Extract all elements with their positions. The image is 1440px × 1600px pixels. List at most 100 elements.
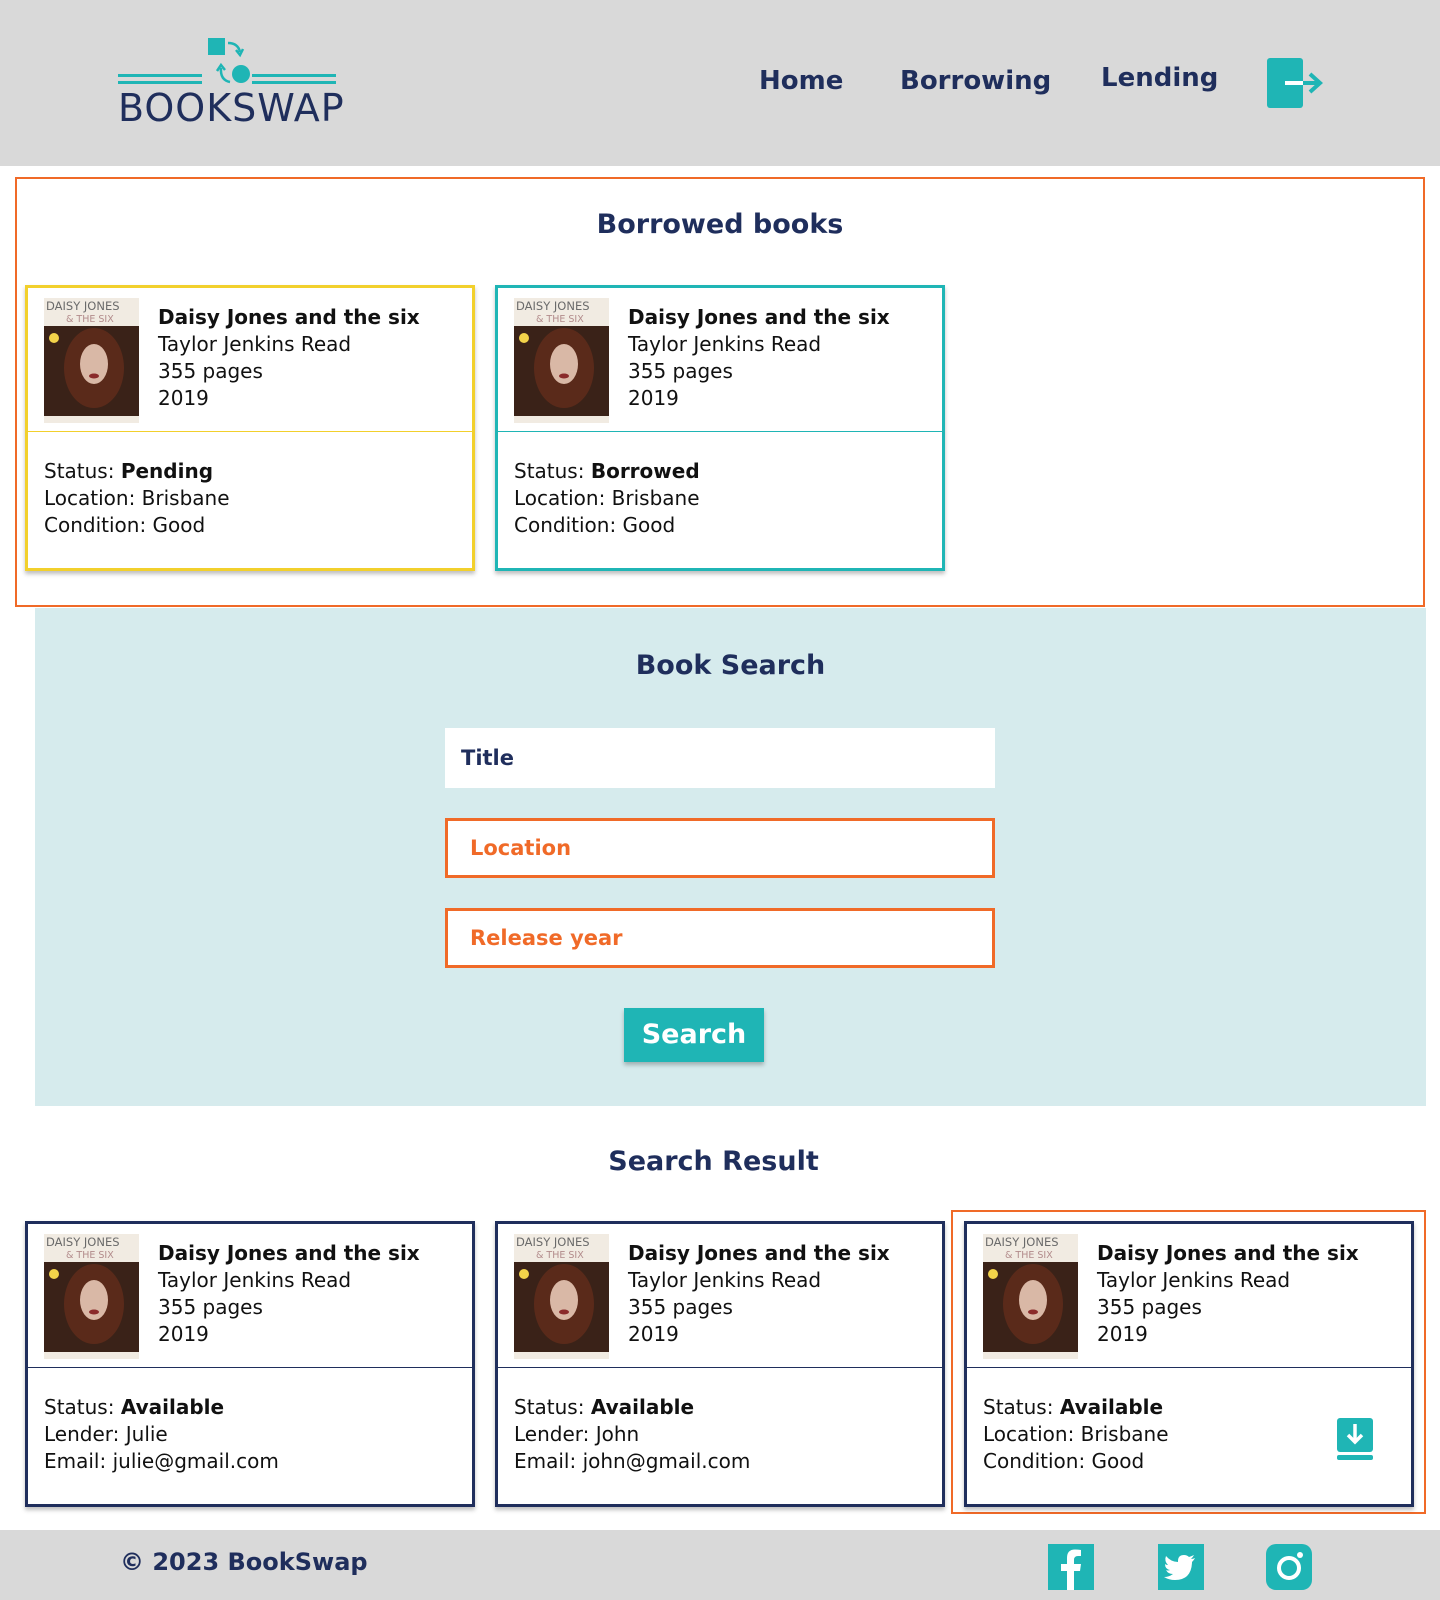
cover-author: TAYLOR JENKINS REID [46, 1352, 117, 1359]
cover-author: TAYLOR JENKINS REID [985, 1352, 1056, 1359]
cover-title: DAISY JONES [985, 1235, 1059, 1249]
status-value: Borrowed [590, 459, 700, 483]
book-author: Taylor Jenkins Read [628, 332, 822, 356]
bookswap-logo[interactable]: BOOKSWAP [118, 38, 345, 130]
logout-icon[interactable] [1267, 58, 1323, 108]
card-book-details: DAISY JONES & THE SIX TAYLOR JENKINS REID D… [28, 288, 472, 431]
book-pages: 355 pages [628, 1295, 733, 1319]
result-card-brisbane[interactable]: DAISY JONES & THE SIX TAYLOR JENKINS REID D… [964, 1221, 1414, 1507]
detail-line-2: Location: Brisbane [44, 486, 230, 510]
card-book-details: DAISY JONES & THE SIX TAYLOR JENKINS REID D… [498, 288, 942, 431]
logo-wordmark: BOOKSWAP [118, 86, 345, 130]
cover-title: DAISY JONES [46, 299, 120, 313]
book-title: Daisy Jones and the six [1097, 1241, 1359, 1265]
book-author: Taylor Jenkins Read [628, 1268, 822, 1292]
book-author: Taylor Jenkins Read [1097, 1268, 1291, 1292]
borrowed-card-borrowed[interactable]: DAISY JONES & THE SIX TAYLOR JENKINS REID D… [495, 285, 945, 571]
book-year: 2019 [628, 1322, 679, 1346]
swap-logo-icon [208, 38, 250, 84]
result-card-julie[interactable]: DAISY JONES & THE SIX TAYLOR JENKINS REID D… [25, 1221, 475, 1507]
search-result-title: Search Result [608, 1146, 819, 1177]
cover-subtitle: & THE SIX [66, 314, 114, 325]
status-value: Available [590, 1395, 695, 1419]
detail-line-2: Lender: John [514, 1422, 640, 1446]
header: BOOKSWAP Home Borrowing Lending [0, 0, 1440, 166]
status-line: Status: Available [514, 1394, 750, 1421]
book-pages: 355 pages [628, 359, 733, 383]
detail-line-3: Condition: Good [983, 1449, 1145, 1473]
status-label: Status: [983, 1395, 1060, 1419]
facebook-icon[interactable] [1048, 1544, 1094, 1590]
book-author: Taylor Jenkins Read [158, 1268, 352, 1292]
nav-borrowing[interactable]: Borrowing [900, 66, 1051, 96]
status-value: Available [120, 1395, 225, 1419]
search-button[interactable]: Search [624, 1008, 764, 1062]
cover-subtitle: & THE SIX [66, 1250, 114, 1261]
card-status-details: Status: Pending Location: Brisbane Conditi… [28, 431, 472, 574]
detail-line-3: Email: john@gmail.com [514, 1449, 751, 1473]
book-cover-image: DAISY JONES& THE SIX TAYLOR JENKINS REID [514, 1234, 609, 1359]
book-year: 2019 [628, 386, 679, 410]
card-book-details: DAISY JONES & THE SIX TAYLOR JENKINS REID D… [498, 1224, 942, 1367]
book-pages: 355 pages [158, 1295, 263, 1319]
book-cover-image: DAISY JONES& THE SIX TAYLOR JENKINS REID [983, 1234, 1078, 1359]
cover-author: TAYLOR JENKINS REID [516, 1352, 587, 1359]
copyright-text: © 2023 BookSwap [120, 1548, 368, 1576]
card-status-details: Status: Available Lender: John Email: john… [498, 1367, 942, 1510]
nav-home[interactable]: Home [759, 66, 843, 96]
download-icon[interactable] [1337, 1418, 1373, 1460]
book-year: 2019 [158, 386, 209, 410]
detail-line-2: Lender: Julie [44, 1422, 168, 1446]
book-title: Daisy Jones and the six [628, 305, 890, 329]
cover-title: DAISY JONES [516, 1235, 590, 1249]
borrowed-card-pending[interactable]: DAISY JONES & THE SIX TAYLOR JENKINS REID D… [25, 285, 475, 571]
book-year: 2019 [1097, 1322, 1148, 1346]
title-input[interactable]: Title [445, 728, 995, 788]
status-value: Pending [120, 459, 214, 483]
book-pages: 355 pages [158, 359, 263, 383]
detail-line-3: Email: julie@gmail.com [44, 1449, 279, 1473]
instagram-icon[interactable] [1266, 1544, 1312, 1590]
status-label: Status: [514, 1395, 591, 1419]
cover-title: DAISY JONES [516, 299, 590, 313]
status-line: Status: Available [983, 1394, 1169, 1421]
book-cover: DAISY JONES & THE SIX TAYLOR JENKINS REID [514, 1234, 609, 1359]
book-cover: DAISY JONES & THE SIX TAYLOR JENKINS REID [514, 298, 609, 423]
status-label: Status: [44, 459, 121, 483]
book-cover: DAISY JONES & THE SIX TAYLOR JENKINS REID [44, 298, 139, 423]
card-book-details: DAISY JONES & THE SIX TAYLOR JENKINS REID D… [967, 1224, 1411, 1367]
book-pages: 355 pages [1097, 1295, 1202, 1319]
footer: © 2023 BookSwap [0, 1530, 1440, 1600]
status-line: Status: Available [44, 1394, 279, 1421]
result-card-john[interactable]: DAISY JONES & THE SIX TAYLOR JENKINS REID D… [495, 1221, 945, 1507]
detail-line-3: Condition: Good [44, 513, 206, 537]
detail-line-3: Condition: Good [514, 513, 676, 537]
location-input[interactable]: Location [445, 818, 995, 878]
cover-author: TAYLOR JENKINS REID [46, 416, 117, 423]
cover-title: DAISY JONES [46, 1235, 120, 1249]
book-author: Taylor Jenkins Read [158, 332, 352, 356]
cover-author: TAYLOR JENKINS REID [516, 416, 587, 423]
twitter-icon[interactable] [1158, 1544, 1204, 1590]
cover-subtitle: & THE SIX [536, 314, 584, 325]
book-title: Daisy Jones and the six [628, 1241, 890, 1265]
card-status-details: Status: Available Location: Brisbane Condi… [967, 1367, 1411, 1510]
book-year: 2019 [158, 1322, 209, 1346]
status-label: Status: [44, 1395, 121, 1419]
card-status-details: Status: Available Lender: Julie Email: jul… [28, 1367, 472, 1510]
book-cover-image: DAISY JONES& THE SIX TAYLOR JENKINS REID [44, 1234, 139, 1359]
book-cover-image: DAISY JONES& THE SIX TAYLOR JENKINS REID [514, 298, 609, 423]
book-cover: DAISY JONES & THE SIX TAYLOR JENKINS REID [44, 1234, 139, 1359]
cover-subtitle: & THE SIX [536, 1250, 584, 1261]
status-value: Available [1059, 1395, 1164, 1419]
book-title: Daisy Jones and the six [158, 1241, 420, 1265]
book-title: Daisy Jones and the six [158, 305, 420, 329]
cover-subtitle: & THE SIX [1005, 1250, 1053, 1261]
release-year-input[interactable]: Release year [445, 908, 995, 968]
borrowed-title: Borrowed books [596, 209, 844, 240]
card-book-details: DAISY JONES & THE SIX TAYLOR JENKINS REID D… [28, 1224, 472, 1367]
card-status-details: Status: Borrowed Location: Brisbane Condit… [498, 431, 942, 574]
book-cover: DAISY JONES & THE SIX TAYLOR JENKINS REID [983, 1234, 1078, 1359]
nav-lending[interactable]: Lending [1101, 63, 1218, 93]
book-cover-image: DAISY JONES& THE SIX TAYLOR JENKINS REID [44, 298, 139, 423]
